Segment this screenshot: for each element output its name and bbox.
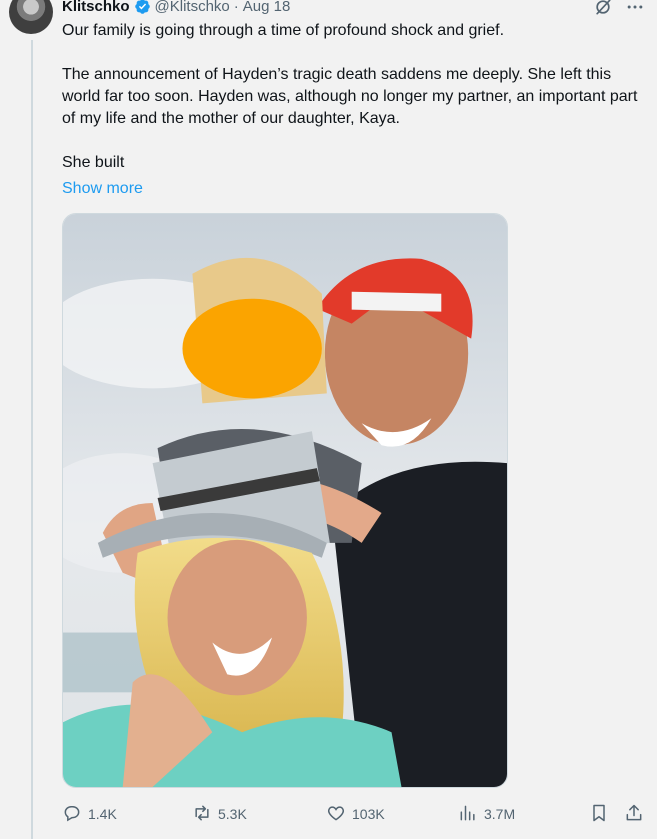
- bookmark-button[interactable]: [589, 800, 609, 828]
- bookmark-icon: [589, 803, 609, 826]
- avatar[interactable]: [9, 0, 53, 34]
- reply-button[interactable]: 1.4K: [62, 800, 117, 828]
- tweet-date[interactable]: Aug 18: [243, 0, 291, 15]
- reply-icon: [62, 803, 82, 826]
- repost-button[interactable]: 5.3K: [192, 800, 247, 828]
- views-icon: [458, 803, 478, 826]
- display-name[interactable]: Klitschko: [62, 0, 130, 15]
- reply-count: 1.4K: [88, 806, 117, 822]
- views-count: 3.7M: [484, 806, 516, 822]
- thread-line: [31, 40, 33, 839]
- tweet-photo[interactable]: [62, 213, 508, 788]
- share-button[interactable]: [624, 800, 644, 828]
- grok-icon[interactable]: [592, 0, 614, 18]
- like-count: 103K: [352, 806, 385, 822]
- tweet-paragraph: The announcement of Hayden’s tragic deat…: [62, 66, 638, 127]
- tweet-paragraph: She built: [62, 154, 125, 171]
- tweet-actions: 1.4K 5.3K 103K 3.7M: [62, 800, 646, 828]
- show-more-link[interactable]: Show more: [62, 178, 143, 200]
- tweet-header: Klitschko @Klitschko · Aug 18: [62, 0, 290, 17]
- views-button[interactable]: 3.7M: [458, 800, 515, 828]
- heart-icon: [326, 803, 346, 826]
- tweet-paragraph: Our family is going through a time of pr…: [62, 22, 505, 39]
- more-icon[interactable]: [624, 0, 646, 18]
- user-handle[interactable]: @Klitschko: [155, 0, 230, 15]
- repost-count: 5.3K: [218, 806, 247, 822]
- verified-badge-icon: [134, 0, 151, 15]
- tweet-text: Our family is going through a time of pr…: [62, 20, 642, 174]
- like-button[interactable]: 103K: [326, 800, 385, 828]
- family-selfie-image: [63, 214, 507, 787]
- dot-separator: ·: [233, 0, 239, 15]
- share-icon: [624, 803, 644, 826]
- repost-icon: [192, 803, 212, 826]
